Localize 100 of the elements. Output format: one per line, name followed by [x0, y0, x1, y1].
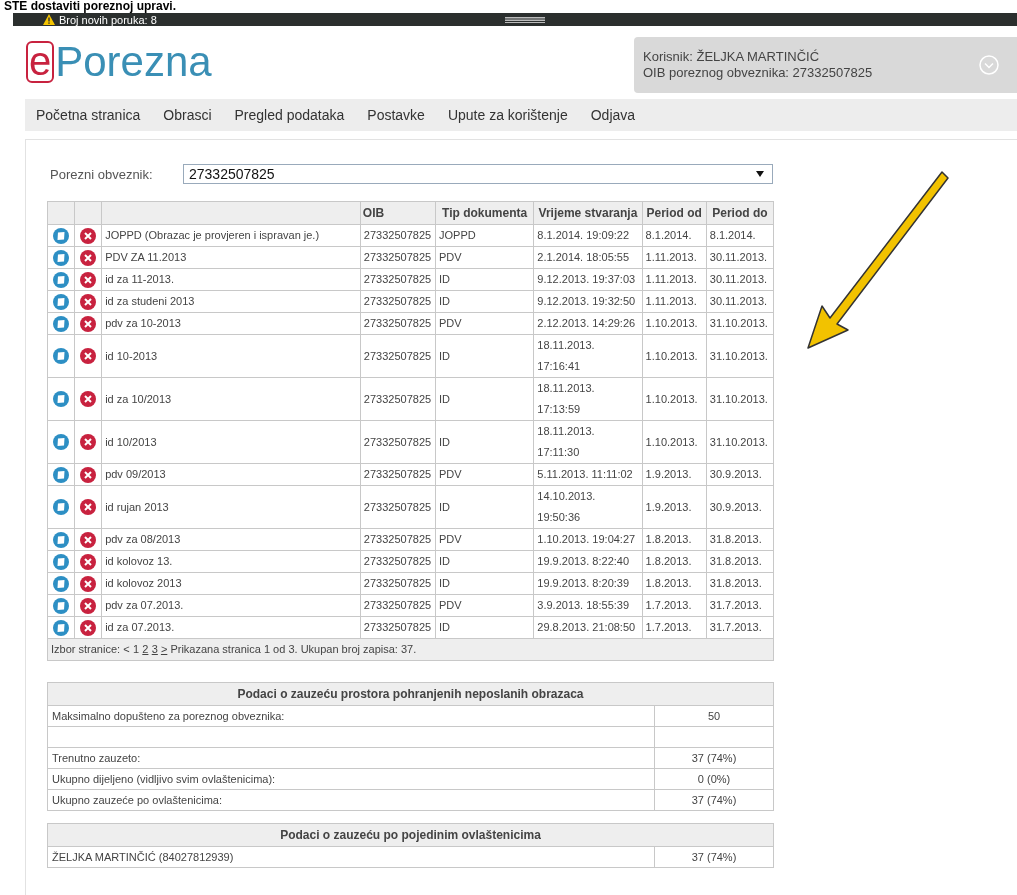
table-cell: 27332507825: [360, 485, 436, 529]
open-document-icon[interactable]: [53, 499, 70, 515]
page-heading: STE dostaviti poreznoj upravi.: [3, 0, 178, 13]
nav-link[interactable]: Pregled podataka: [234, 107, 345, 123]
open-document-icon[interactable]: [53, 531, 70, 548]
delete-icon[interactable]: [80, 575, 97, 592]
open-document-icon[interactable]: [53, 271, 70, 288]
open-document-icon[interactable]: [53, 597, 70, 614]
table-cell: 8.1.2014.: [642, 224, 707, 247]
table-cell: 1.11.2013.: [642, 268, 707, 291]
delete-icon[interactable]: [80, 293, 97, 310]
table-cell: 27332507825: [360, 268, 436, 291]
column-header: Period do: [706, 201, 774, 225]
next-page-link[interactable]: >: [160, 643, 168, 655]
nav-link[interactable]: Upute za korištenje: [447, 107, 568, 123]
table-cell: 31.8.2013.: [706, 550, 774, 573]
document-name: pdv za 08/2013: [101, 528, 361, 551]
table-cell: 27332507825: [360, 616, 436, 639]
stat-label: Trenutno zauzeto:: [47, 747, 655, 769]
stat-label: Ukupno zauzeće po ovlaštenicima:: [47, 789, 655, 811]
stat-label: ŽELJKA MARTINČIĆ (84027812939): [47, 846, 655, 868]
table-cell: 1.7.2013.: [642, 594, 707, 617]
table-cell: PDV: [435, 594, 534, 617]
delete-icon[interactable]: [80, 227, 97, 244]
document-name: id kolovoz 13.: [101, 550, 361, 573]
table-cell: 19.9.2013. 8:20:39: [533, 572, 643, 595]
open-document-icon[interactable]: [53, 315, 70, 332]
delete-icon[interactable]: [80, 597, 97, 614]
open-document-icon[interactable]: [53, 293, 70, 310]
nav-link[interactable]: Postavke: [367, 107, 425, 123]
table-cell: 31.10.2013.: [706, 377, 774, 421]
nav-link[interactable]: Obrasci: [163, 107, 212, 123]
table-cell: 29.8.2013. 21:08:50: [533, 616, 643, 639]
table-cell: 31.10.2013.: [706, 312, 774, 335]
table-cell: 27332507825: [360, 594, 436, 617]
table-cell: 1.8.2013.: [642, 572, 707, 595]
table-cell: 18.11.2013. 17:11:30: [533, 420, 643, 464]
open-document-icon[interactable]: [53, 348, 70, 364]
delete-icon[interactable]: [80, 315, 97, 332]
collapse-handle[interactable]: [505, 17, 545, 23]
table-cell: 31.7.2013.: [706, 594, 774, 617]
stat-value: 50: [654, 705, 774, 727]
table-cell: ID: [435, 290, 534, 313]
stat-label: Ukupno dijeljeno (vidljivo svim ovlaštenicima):: [47, 768, 655, 790]
document-name: id kolovoz 2013: [101, 572, 361, 595]
table-cell: 8.1.2014.: [706, 224, 774, 247]
page-link[interactable]: 2: [142, 643, 149, 655]
eporezna-logo[interactable]: ePorezna: [26, 40, 212, 84]
table-cell: PDV: [435, 312, 534, 335]
delete-icon[interactable]: [80, 249, 97, 266]
table-cell: 27332507825: [360, 290, 436, 313]
nav-link[interactable]: Odjava: [590, 107, 636, 123]
open-document-icon[interactable]: [53, 434, 70, 450]
page-link[interactable]: 3: [151, 643, 158, 655]
delete-icon[interactable]: [80, 619, 97, 636]
table-cell: 31.8.2013.: [706, 572, 774, 595]
dropdown-caret-icon: [756, 171, 764, 177]
user-name: Korisnik: ŽELJKA MARTINČIĆ: [643, 49, 821, 65]
table-cell: 30.11.2013.: [706, 290, 774, 313]
table-cell: 27332507825: [360, 528, 436, 551]
open-document-icon[interactable]: [53, 553, 70, 570]
table-cell: 1.9.2013.: [642, 463, 707, 486]
delete-icon[interactable]: [80, 531, 97, 548]
open-document-icon[interactable]: [53, 466, 70, 483]
table-cell: 1.10.2013.: [642, 420, 707, 464]
column-header: Vrijeme stvaranja: [533, 201, 643, 225]
delete-icon[interactable]: [80, 466, 97, 483]
delete-icon[interactable]: [80, 271, 97, 288]
message-count-link[interactable]: Broj novih poruka: 8: [59, 13, 157, 26]
table-cell: 27332507825: [360, 463, 436, 486]
table-cell: 31.10.2013.: [706, 420, 774, 464]
table-cell: ID: [435, 616, 534, 639]
stat-label: Maksimalno dopušteno za poreznog obveznika:: [47, 705, 655, 727]
open-document-icon[interactable]: [53, 227, 70, 244]
table-cell: 1.10.2013.: [642, 377, 707, 421]
open-document-icon[interactable]: [53, 391, 70, 407]
delete-icon[interactable]: [80, 499, 97, 515]
table-cell: 1.7.2013.: [642, 616, 707, 639]
stat-value: 37 (74%): [654, 846, 774, 868]
table-cell: 31.10.2013.: [706, 334, 774, 378]
nav-link[interactable]: Početna stranica: [36, 107, 141, 123]
table-cell: ID: [435, 572, 534, 595]
delete-icon[interactable]: [80, 434, 97, 450]
table-cell: 1.11.2013.: [642, 246, 707, 269]
table-cell: ID: [435, 420, 534, 464]
table-cell: ID: [435, 550, 534, 573]
table-cell: 27332507825: [360, 334, 436, 378]
open-document-icon[interactable]: [53, 619, 70, 636]
stat-value: 37 (74%): [654, 789, 774, 811]
open-document-icon[interactable]: [53, 249, 70, 266]
delete-icon[interactable]: [80, 391, 97, 407]
delete-icon[interactable]: [80, 348, 97, 364]
delete-icon[interactable]: [80, 553, 97, 570]
table-cell: 30.9.2013.: [706, 485, 774, 529]
table-cell: 5.11.2013. 11:11:02: [533, 463, 643, 486]
taxpayer-select[interactable]: 27332507825: [183, 164, 773, 184]
pagination-text: Izbor stranice: < 1 2 3 > Prikazana stranica 1 od 3. Ukupan broj zapisa: 37.: [51, 643, 417, 655]
open-document-icon[interactable]: [53, 575, 70, 592]
column-header: Period od: [642, 201, 707, 225]
table-cell: 27332507825: [360, 246, 436, 269]
